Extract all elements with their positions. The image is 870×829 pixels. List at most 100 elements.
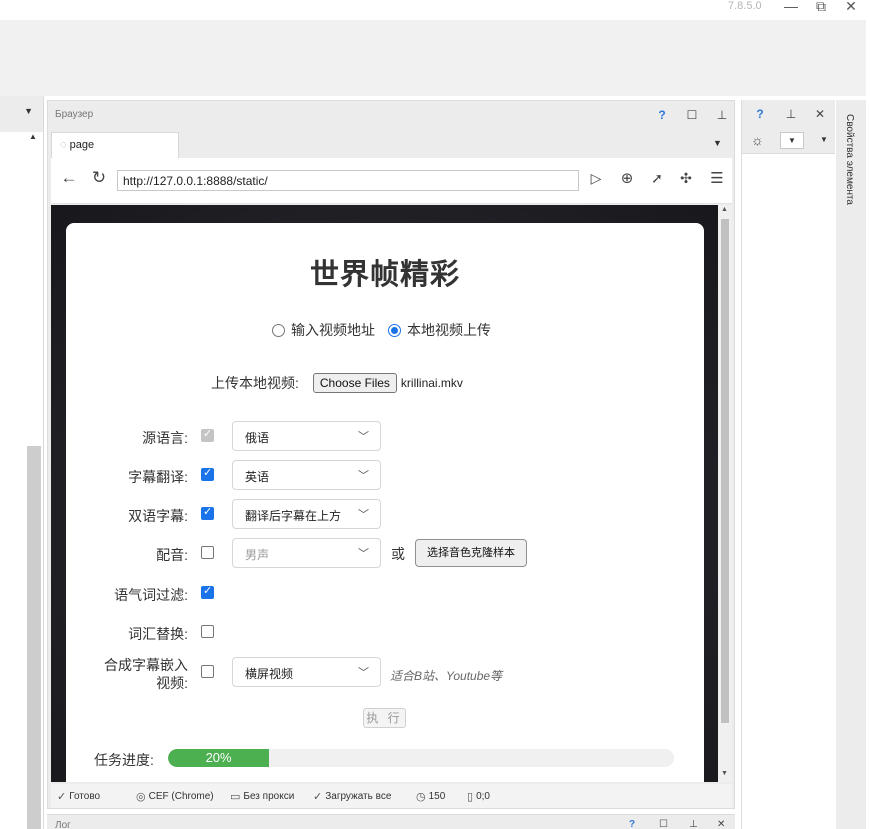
monitor-icon: ▭ bbox=[230, 791, 241, 803]
tab-page[interactable]: ◌ page bbox=[51, 132, 179, 158]
upload-row: 上传本地视频: Choose Files krillinai.mkv bbox=[211, 373, 463, 393]
embed-subtitles-label-line2: 视频: bbox=[156, 675, 188, 691]
source-language-label: 源语言: bbox=[142, 430, 188, 446]
main-toolbar-area bbox=[0, 20, 866, 96]
properties-panel: ? ⊥ ✕ ☼ ▼ ▼ bbox=[741, 100, 835, 829]
close-window-button[interactable]: ✕ bbox=[841, 0, 861, 15]
scroll-up-arrow-icon[interactable]: ▲ bbox=[721, 206, 728, 213]
reload-icon[interactable]: ↻ bbox=[87, 168, 111, 188]
filler-filter-label: 语气词过滤: bbox=[114, 587, 188, 603]
check-shield-icon: ✓ bbox=[313, 791, 323, 803]
status-load[interactable]: ✓ Загружать все bbox=[313, 790, 391, 803]
bilingual-subtitle-row: 双语字幕: 翻译后字幕在上方 ﹀ bbox=[66, 499, 704, 529]
pin-icon[interactable]: ⊥ bbox=[714, 108, 730, 122]
app-card: 世界帧精彩 输入视频地址 本地视频上传 上传本地视频: Choose Files… bbox=[66, 223, 704, 782]
chevron-down-icon[interactable]: ▼ bbox=[24, 106, 33, 116]
window-edge bbox=[866, 20, 870, 829]
status-timeout[interactable]: ◷ 150 bbox=[416, 790, 445, 803]
upload-label: 上传本地视频: bbox=[211, 375, 299, 391]
status-ready-text: Готово bbox=[69, 791, 101, 802]
pin-icon[interactable]: ⊥ bbox=[783, 107, 799, 121]
scroll-down-arrow-icon[interactable]: ▼ bbox=[721, 770, 728, 777]
left-panel: ▼ ▲ bbox=[0, 96, 44, 829]
filler-filter-checkbox[interactable] bbox=[201, 584, 214, 599]
properties-dropdown[interactable]: ▼ bbox=[780, 132, 804, 149]
subtitle-translation-checkbox[interactable] bbox=[201, 466, 214, 481]
restore-button[interactable]: ⧉ bbox=[811, 0, 831, 15]
loading-icon: ◌ bbox=[60, 139, 67, 151]
status-proxy[interactable]: ▭ Без прокси bbox=[230, 790, 294, 803]
radio-video-url[interactable] bbox=[272, 323, 285, 337]
orientation-hint: 适合B站、Youtube等 bbox=[390, 669, 503, 683]
pin-icon[interactable]: ⊥ bbox=[689, 819, 698, 829]
status-coords-text: 0;0 bbox=[476, 791, 490, 802]
browser-navbar: ← ↻ ▷ ⊕ ➚ ✣ ☰ bbox=[51, 158, 732, 204]
address-bar[interactable] bbox=[117, 170, 579, 191]
close-icon[interactable]: ✕ bbox=[812, 107, 828, 121]
chevron-down-icon: ﹀ bbox=[358, 470, 369, 482]
menu-icon[interactable]: ☰ bbox=[705, 169, 729, 187]
progress-track: 20% bbox=[168, 749, 674, 767]
voice-clone-sample-button[interactable]: 选择音色克隆样本 bbox=[415, 539, 527, 567]
help-icon[interactable]: ? bbox=[654, 108, 670, 122]
voice-select[interactable]: 男声 ﹀ bbox=[232, 538, 381, 568]
subtitle-translation-label: 字幕翻译: bbox=[128, 469, 188, 485]
check-circle-icon: ✓ bbox=[57, 791, 67, 803]
progress-label: 任务进度: bbox=[94, 752, 154, 768]
browser-panel-title: Браузер bbox=[55, 109, 94, 120]
bilingual-subtitle-checkbox[interactable] bbox=[201, 505, 214, 520]
vertical-tab-element-properties[interactable]: Свойства элемента bbox=[836, 100, 866, 829]
maximize-icon[interactable]: ☐ bbox=[684, 108, 700, 122]
execute-button[interactable]: 执 行 bbox=[363, 708, 406, 728]
properties-panel-header: ? ⊥ ✕ bbox=[742, 100, 835, 128]
scroll-up-arrow-icon[interactable]: ▲ bbox=[29, 132, 37, 141]
target-language-value: 英语 bbox=[245, 470, 270, 484]
radio-label-local: 本地视频上传 bbox=[407, 322, 491, 338]
left-panel-scrollbar[interactable] bbox=[27, 446, 41, 829]
add-circle-icon[interactable]: ⊕ bbox=[615, 169, 639, 187]
chevron-down-icon[interactable]: ▼ bbox=[820, 135, 828, 144]
help-icon[interactable]: ? bbox=[629, 819, 635, 829]
target-language-select[interactable]: 英语 ﹀ bbox=[232, 460, 381, 490]
status-timeout-text: 150 bbox=[428, 791, 446, 802]
dubbing-checkbox[interactable] bbox=[201, 546, 214, 559]
voice-value: 男声 bbox=[245, 548, 270, 562]
play-icon[interactable]: ▷ bbox=[584, 170, 608, 187]
or-label: 或 bbox=[391, 546, 405, 562]
scrollbar-thumb[interactable] bbox=[721, 219, 729, 723]
web-view-scrollbar[interactable]: ▲ ▼ bbox=[718, 205, 732, 782]
video-orientation-select[interactable]: 横屏视频 ﹀ bbox=[232, 657, 381, 687]
dubbing-row: 配音: 男声 ﹀ 或 选择音色克隆样本 bbox=[66, 538, 704, 568]
chevron-down-icon: ﹀ bbox=[358, 548, 369, 560]
version-label: 7.8.5.0 bbox=[728, 0, 762, 12]
source-language-row: 源语言: 俄语 ﹀ bbox=[66, 421, 704, 451]
tabs-dropdown-icon[interactable]: ▼ bbox=[713, 138, 722, 148]
maximize-icon[interactable]: ☐ bbox=[659, 819, 668, 829]
radio-local-upload[interactable] bbox=[388, 323, 401, 337]
embed-subtitles-checkbox[interactable] bbox=[201, 665, 214, 678]
close-icon[interactable]: ✕ bbox=[717, 819, 725, 829]
embed-subtitles-label-line1: 合成字幕嵌入 bbox=[104, 657, 188, 673]
window-titlebar: 7.8.5.0 — ⧉ ✕ bbox=[0, 0, 870, 20]
choose-files-button[interactable]: Choose Files bbox=[312, 373, 397, 393]
status-engine[interactable]: ◎ CEF (Chrome) bbox=[136, 790, 214, 803]
embed-subtitles-row: 合成字幕嵌入 视频: 横屏视频 ﹀ 适合B站、Youtube等 bbox=[66, 657, 704, 691]
help-icon[interactable]: ? bbox=[752, 107, 768, 121]
embed-subtitles-label: 合成字幕嵌入 视频: bbox=[104, 656, 188, 692]
chrome-icon: ◎ bbox=[136, 791, 146, 803]
sun-icon[interactable]: ☼ bbox=[751, 132, 764, 148]
mouse-icon: ▯ bbox=[467, 791, 474, 803]
extension-icon[interactable]: ✣ bbox=[674, 170, 698, 187]
status-coords: ▯ 0;0 bbox=[467, 790, 490, 803]
status-ready: ✓ Готово bbox=[57, 790, 100, 803]
status-proxy-text: Без прокси bbox=[243, 791, 295, 802]
back-arrow-icon[interactable]: ← bbox=[57, 168, 81, 188]
vocab-replace-checkbox[interactable] bbox=[201, 625, 214, 638]
subtitle-position-select[interactable]: 翻译后字幕在上方 ﹀ bbox=[232, 499, 381, 529]
source-language-select[interactable]: 俄语 ﹀ bbox=[232, 421, 381, 451]
cursor-icon[interactable]: ➚ bbox=[645, 170, 669, 187]
minimize-button[interactable]: — bbox=[781, 0, 801, 14]
bilingual-subtitle-label: 双语字幕: bbox=[128, 508, 188, 524]
filler-filter-row: 语气词过滤: bbox=[66, 578, 704, 608]
clock-icon: ◷ bbox=[416, 791, 426, 803]
